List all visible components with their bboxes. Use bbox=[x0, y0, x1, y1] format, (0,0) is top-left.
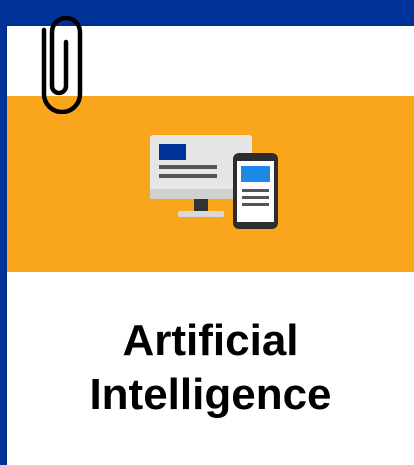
desktop-and-mobile-device-icon bbox=[150, 135, 278, 229]
paperclip-icon bbox=[41, 15, 83, 114]
monitor-base bbox=[178, 211, 224, 217]
card-title-line-2: Intelligence bbox=[89, 370, 332, 419]
card-title-line-1: Artificial bbox=[122, 316, 299, 365]
left-frame-strip bbox=[0, 26, 7, 465]
phone-blue-block bbox=[241, 166, 270, 182]
phone-line-2 bbox=[242, 196, 269, 199]
card-banner bbox=[7, 96, 414, 272]
monitor-line-2 bbox=[159, 174, 217, 178]
monitor-line-1 bbox=[159, 165, 217, 169]
phone-line-3 bbox=[242, 203, 269, 206]
monitor-blue-block bbox=[159, 144, 186, 160]
phone-line-1 bbox=[242, 189, 269, 192]
monitor-stand bbox=[194, 199, 208, 212]
page: Artificial Intelligence bbox=[0, 0, 414, 465]
card-title: Artificial Intelligence bbox=[7, 314, 414, 422]
